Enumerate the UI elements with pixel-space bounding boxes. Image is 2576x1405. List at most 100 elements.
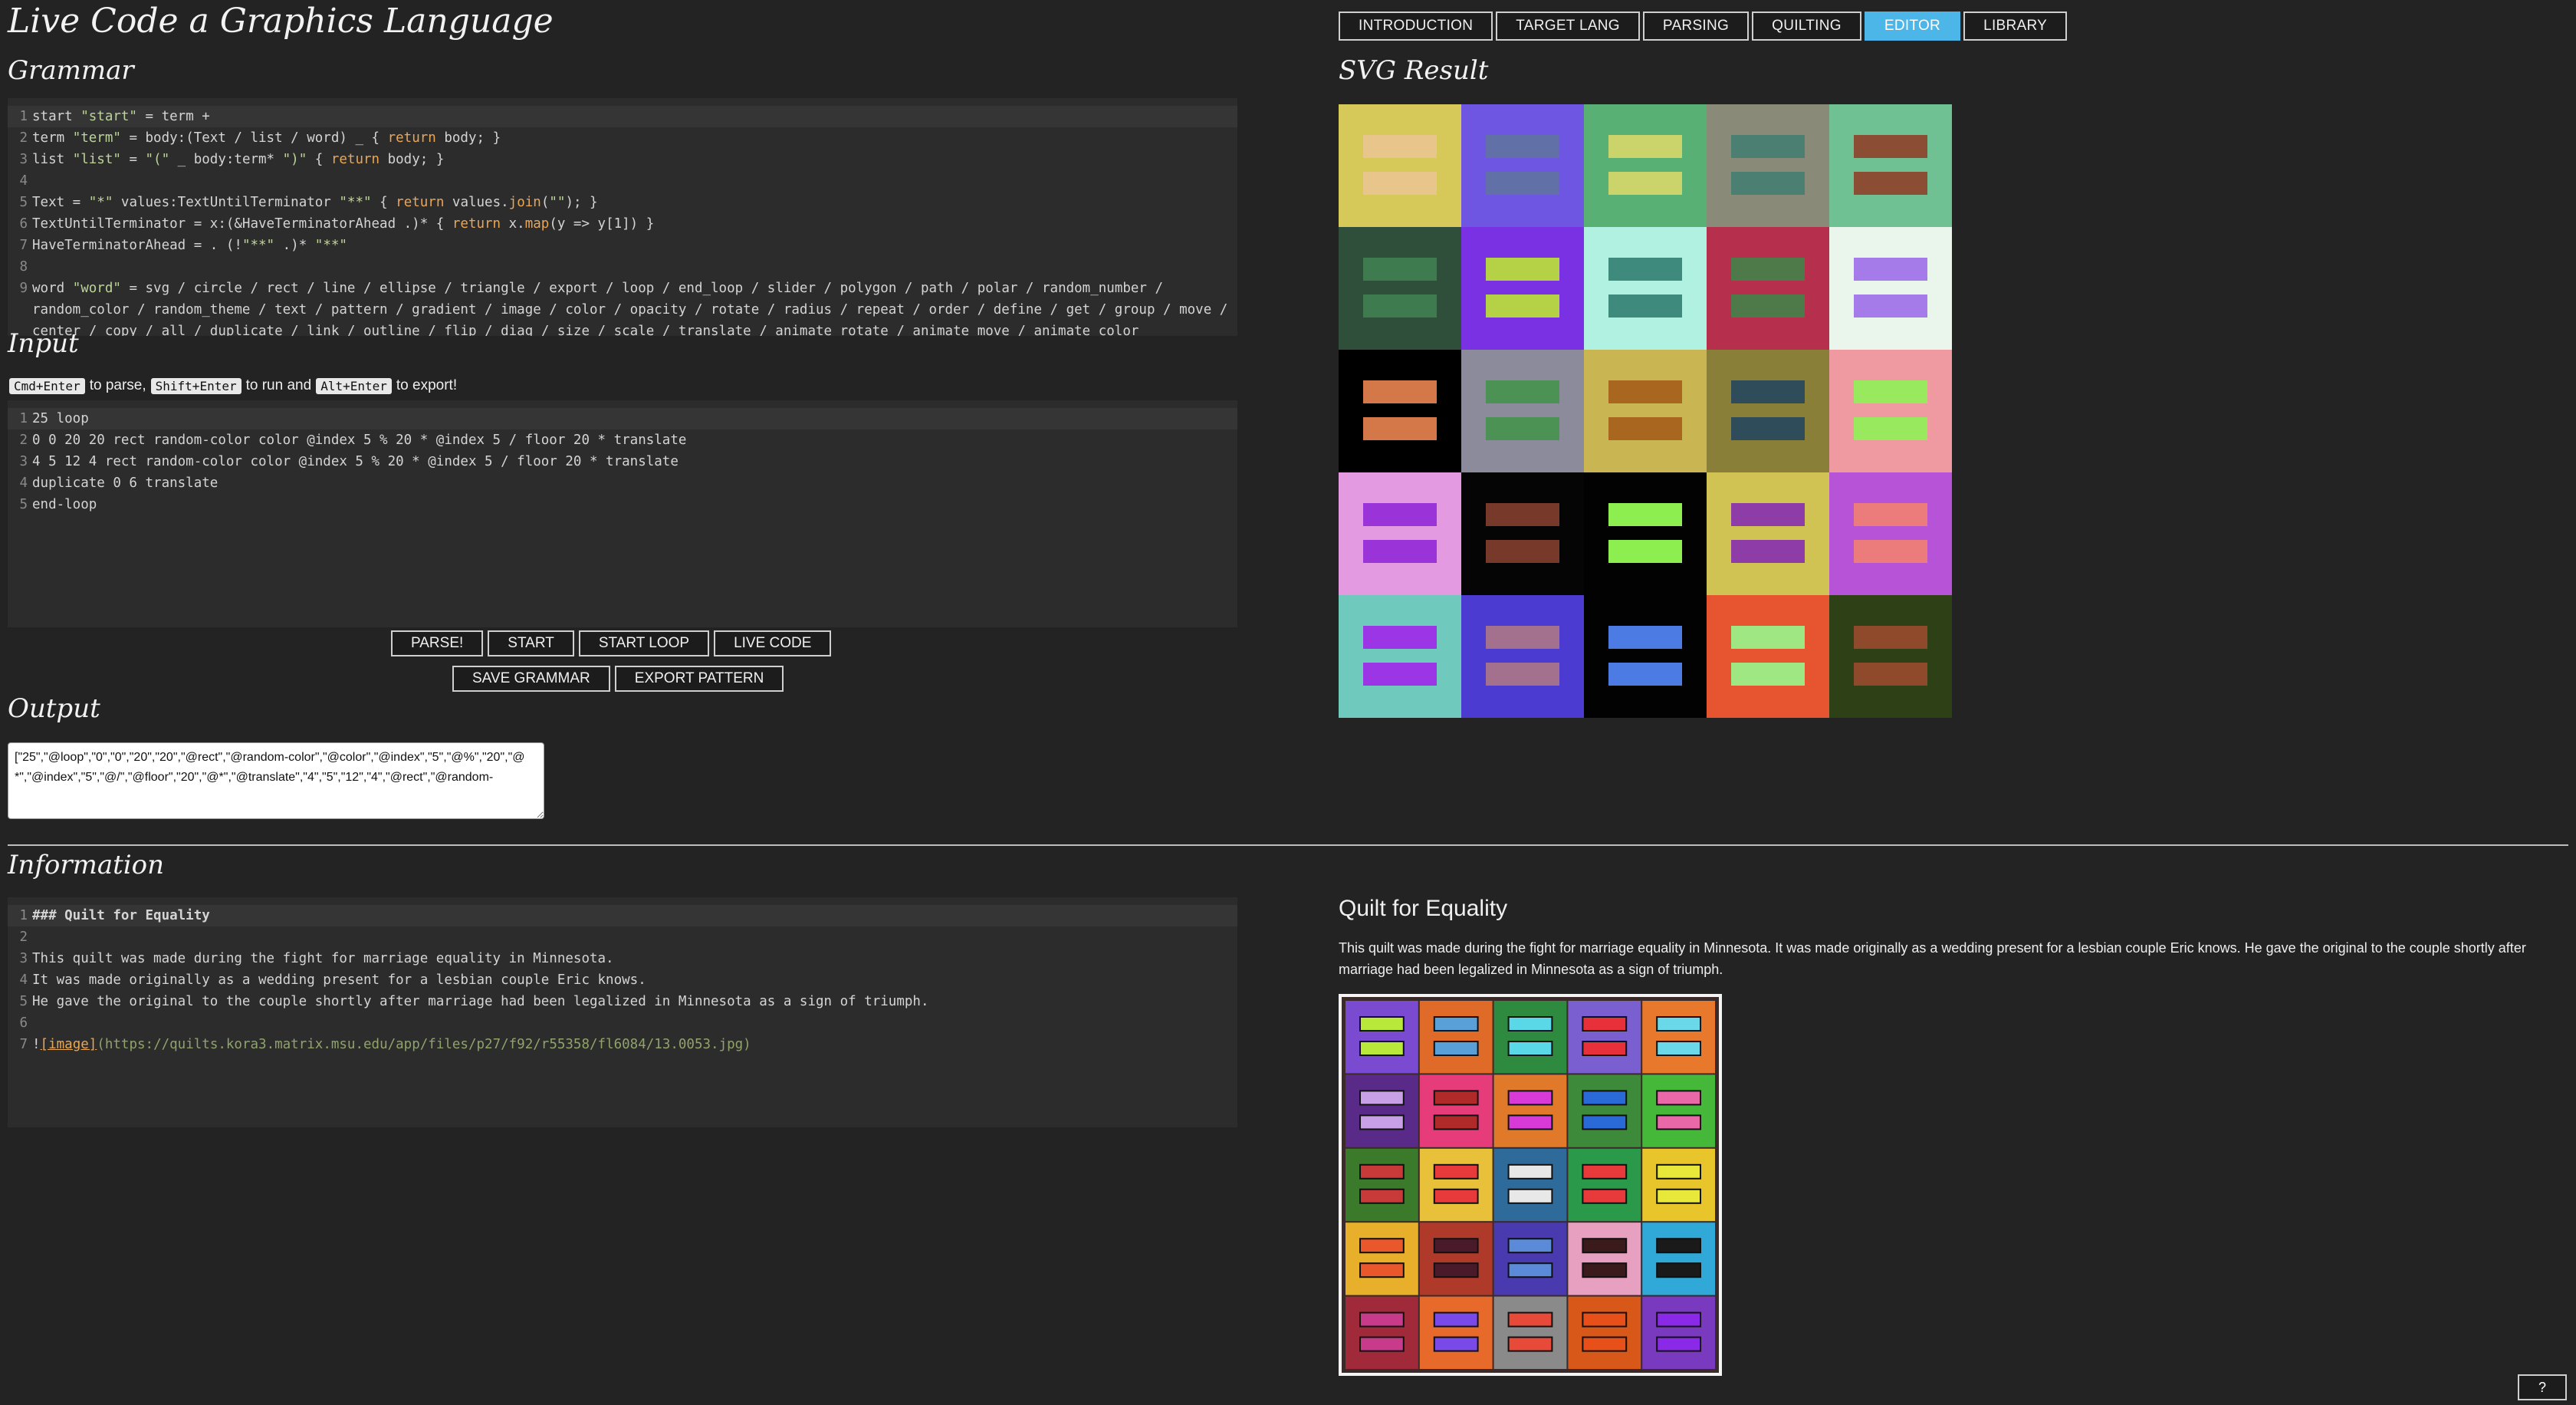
quilt-bar [1582, 1238, 1628, 1254]
input-editor[interactable]: 1 25 loop 2 0 0 20 20 rect random-color col… [8, 400, 1237, 627]
line-number: 2 [19, 130, 28, 146]
quilt-photo-image [1339, 994, 1722, 1376]
quilt-bar [1656, 1238, 1702, 1254]
grammar-line: 3 list "list" = "(" _ body:term* ")" { re… [8, 149, 1237, 170]
tab-editor[interactable]: EDITOR [1864, 12, 1961, 41]
output-textarea[interactable]: ["25","@loop","0","0","20","20","@rect",… [8, 742, 544, 819]
quilt-bar [1433, 1090, 1479, 1106]
pattern-bar [1363, 258, 1437, 281]
line-text: ![image](https://quilts.kora3.matrix.msu… [32, 1037, 751, 1052]
quilt-bar [1582, 1090, 1628, 1106]
cmd-enter-key: Cmd+Enter [9, 377, 85, 394]
pattern-bar [1608, 503, 1682, 526]
grammar-line: 4 [8, 170, 1237, 192]
pattern-bar [1363, 135, 1437, 158]
pattern-bar [1854, 135, 1927, 158]
pattern-bar [1608, 380, 1682, 403]
line-text [32, 256, 1237, 278]
pattern-tile [1707, 104, 1829, 227]
pattern-bar [1854, 380, 1927, 403]
quilt-bar [1656, 1016, 1702, 1032]
quilt-bar [1582, 1311, 1628, 1328]
line-text: duplicate 0 6 translate [32, 475, 219, 491]
svg-result-canvas [1339, 104, 1952, 718]
quilt-bar [1433, 1163, 1479, 1180]
pattern-tile [1584, 104, 1707, 227]
app-title: Live Code a Graphics Language [8, 2, 554, 41]
tab-parsing[interactable]: PARSING [1642, 12, 1750, 41]
tab-library[interactable]: LIBRARY [1963, 12, 2068, 41]
quilt-bar [1507, 1114, 1553, 1130]
pattern-bar [1854, 626, 1927, 649]
help-button[interactable]: ? [2518, 1374, 2567, 1400]
tab-target-lang[interactable]: TARGET LANG [1496, 12, 1640, 41]
live-code-button[interactable]: LIVE CODE [714, 630, 832, 656]
tab-quilting[interactable]: QUILTING [1752, 12, 1861, 41]
quilt-bar [1656, 1114, 1702, 1130]
pattern-bar [1486, 540, 1559, 563]
line-text: term "term" = body:(Text / list / word) … [32, 130, 501, 146]
quilt-bar [1656, 1311, 1702, 1328]
pattern-bar [1363, 503, 1437, 526]
line-text: Text = "*" values:TextUntilTerminator "*… [32, 195, 598, 210]
pattern-tile [1461, 472, 1584, 595]
pattern-bar [1608, 294, 1682, 318]
line-number: 3 [19, 951, 28, 966]
info-line: 6 [8, 1012, 1237, 1034]
quilt-block [1346, 1148, 1418, 1222]
grammar-line: 2 term "term" = body:(Text / list / word)… [8, 127, 1237, 149]
pattern-bar [1608, 135, 1682, 158]
line-text: end-loop [32, 497, 97, 512]
start-button[interactable]: START [488, 630, 574, 656]
line-number: 6 [19, 216, 28, 232]
pattern-bar [1363, 417, 1437, 440]
grammar-editor[interactable]: 1 start "start" = term + 2 term "term" = bo… [8, 98, 1237, 336]
pattern-bar [1486, 417, 1559, 440]
grammar-line: 7 HaveTerminatorAhead = . (!"**" .)* "**" [8, 235, 1237, 256]
quilt-bar [1582, 1262, 1628, 1278]
save-grammar-button[interactable]: SAVE GRAMMAR [452, 666, 610, 692]
pattern-bar [1363, 540, 1437, 563]
line-text: It was made originally as a wedding pres… [32, 972, 646, 988]
line-number: 3 [19, 152, 28, 167]
pattern-bar [1854, 258, 1927, 281]
pattern-tile [1339, 595, 1461, 718]
pattern-bar [1731, 503, 1805, 526]
quilt-bar [1433, 1336, 1479, 1352]
secondary-buttons-row: SAVE GRAMMAR EXPORT PATTERN [452, 666, 784, 692]
quilt-bar [1433, 1016, 1479, 1032]
info-line: 7 ![image](https://quilts.kora3.matrix.ms… [8, 1034, 1237, 1055]
line-number: 6 [19, 1015, 28, 1031]
quilt-bar [1359, 1114, 1405, 1130]
pattern-bar [1731, 380, 1805, 403]
start-loop-button[interactable]: START LOOP [578, 630, 710, 656]
quilt-block [1568, 1074, 1641, 1147]
grammar-line: 5 Text = "*" values:TextUntilTerminator "… [8, 192, 1237, 213]
quilt-bar [1359, 1041, 1405, 1056]
grammar-line: 9 word "word" = svg / circle / rect / lin… [8, 278, 1237, 336]
export-pattern-button[interactable]: EXPORT PATTERN [614, 666, 784, 692]
quilt-bar [1359, 1090, 1405, 1106]
line-number: 8 [19, 259, 28, 275]
quilt-block [1568, 1148, 1641, 1222]
quilt-block [1493, 1296, 1567, 1369]
quilt-block [1346, 1074, 1418, 1147]
quilt-block [1419, 1296, 1493, 1369]
line-text [32, 926, 1237, 948]
parse-button[interactable]: PARSE! [391, 630, 484, 656]
info-line: 3 This quilt was made during the fight fo… [8, 948, 1237, 969]
quilt-block [1642, 1222, 1715, 1295]
info-line: 5 He gave the original to the couple shor… [8, 991, 1237, 1012]
line-text: 25 loop [32, 411, 89, 426]
line-number: 5 [19, 195, 28, 210]
info-line: 1 ### Quilt for Equality [8, 905, 1237, 926]
line-text: HaveTerminatorAhead = . (!"**" .)* "**" [32, 238, 347, 253]
pattern-bar [1731, 626, 1805, 649]
quilt-block [1568, 1222, 1641, 1295]
tab-introduction[interactable]: INTRODUCTION [1339, 12, 1493, 41]
pattern-tile [1339, 227, 1461, 350]
quilt-bar [1507, 1336, 1553, 1352]
quilt-block [1419, 1148, 1493, 1222]
quilt-bar [1359, 1311, 1405, 1328]
information-editor[interactable]: 1 ### Quilt for Equality 2 3 This quilt was … [8, 897, 1237, 1127]
